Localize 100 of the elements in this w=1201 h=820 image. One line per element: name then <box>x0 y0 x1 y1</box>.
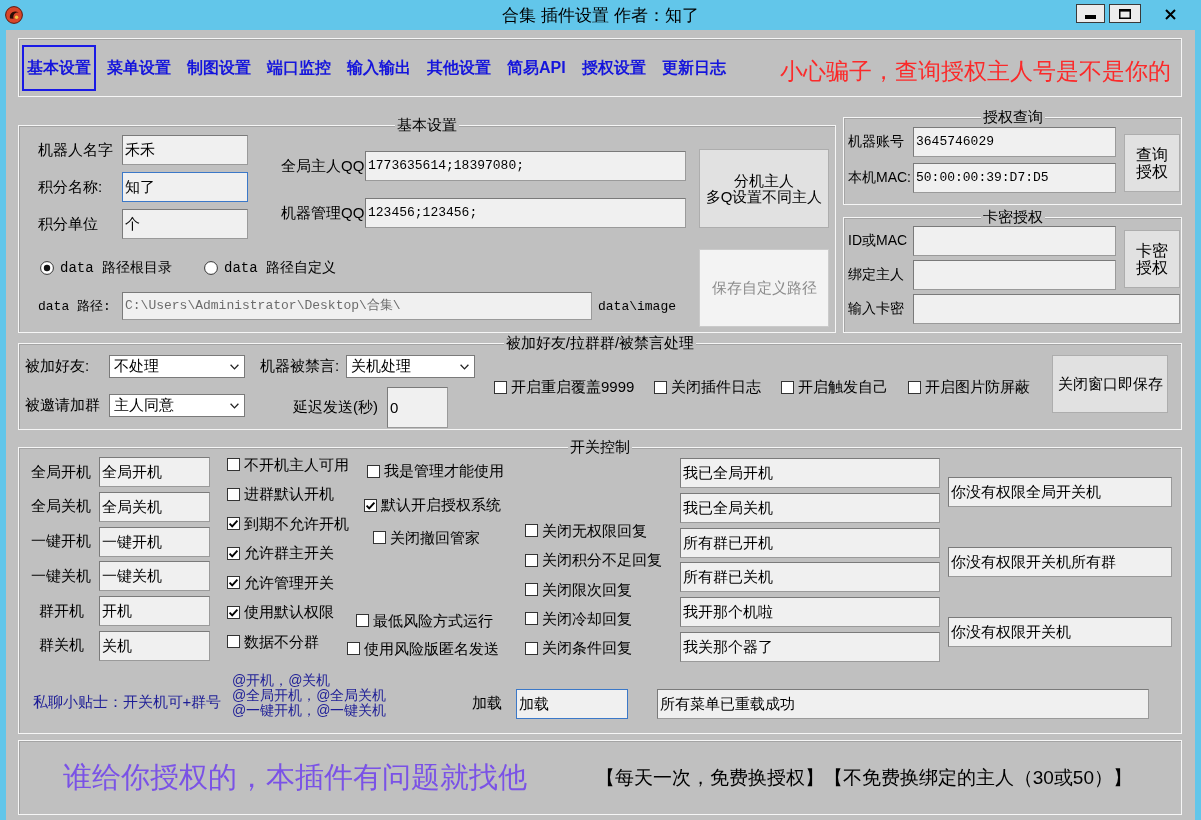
text-field[interactable]: 全局开机 <box>99 457 210 487</box>
field-label: 群关机 <box>37 636 85 656</box>
text-field[interactable]: 你没有权限开关机所有群 <box>948 547 1172 577</box>
field-label: 延迟发送(秒) <box>293 398 379 417</box>
window-title: 合集 插件设置 作者：知了 <box>502 4 699 27</box>
radio-button[interactable] <box>204 261 218 275</box>
text-field[interactable]: 加载 <box>516 689 628 719</box>
checkbox-label: 使用默认权限 <box>244 603 334 622</box>
text-field[interactable]: 你没有权限全局开关机 <box>948 477 1172 507</box>
text-field[interactable]: 3645746029 <box>913 127 1116 157</box>
group-title: 卡密授权 <box>980 208 1045 226</box>
text-field[interactable]: 0 <box>387 387 448 428</box>
checkbox[interactable] <box>227 487 240 501</box>
field-label: 加载 <box>471 694 503 713</box>
radio-label: data 路径自定义 <box>224 260 336 276</box>
checkbox[interactable] <box>227 458 240 472</box>
query-auth-button[interactable]: 查询授权 <box>1124 134 1180 192</box>
dropdown[interactable]: 不处理 <box>109 355 245 378</box>
tab[interactable]: 更新日志 <box>656 45 731 91</box>
field-label: 输入卡密 <box>848 300 905 318</box>
tab[interactable]: 其他设置 <box>422 45 496 91</box>
text-field[interactable] <box>913 294 1180 324</box>
example-line: @全局开机，@全局关机 <box>232 688 388 703</box>
field-label: 机器账号 <box>848 133 905 151</box>
checkbox-label: 默认开启授权系统 <box>381 496 501 514</box>
text-field[interactable]: 一键关机 <box>99 561 210 592</box>
maximize-button[interactable] <box>1109 4 1141 23</box>
checkbox[interactable] <box>908 380 922 394</box>
tab[interactable]: 菜单设置 <box>102 45 176 91</box>
path-suffix: data\image <box>598 298 676 314</box>
text-field[interactable]: 所有群已关机 <box>680 562 940 593</box>
checkbox[interactable] <box>227 605 240 619</box>
text-field[interactable]: 123456;123456; <box>365 198 686 228</box>
checkbox[interactable] <box>227 517 240 531</box>
text-field[interactable]: 我开那个机啦 <box>680 597 940 628</box>
tab[interactable]: 制图设置 <box>182 45 256 91</box>
text-field[interactable]: 所有菜单已重载成功 <box>657 689 1149 719</box>
checkbox[interactable] <box>525 612 538 626</box>
text-field[interactable]: 禾禾 <box>122 135 248 165</box>
text-field[interactable]: 关机 <box>99 631 210 661</box>
caret-icon <box>230 363 239 370</box>
text-field[interactable]: 我已全局开机 <box>680 458 940 488</box>
text-field[interactable]: 50:00:00:39:D7:D5 <box>913 163 1116 193</box>
checkbox[interactable] <box>525 583 538 596</box>
checkbox[interactable] <box>356 614 369 628</box>
tab[interactable]: 授权设置 <box>576 45 651 91</box>
text-field[interactable]: 知了 <box>122 172 248 202</box>
tab[interactable]: 简易API <box>502 45 571 91</box>
text-field[interactable] <box>913 226 1116 256</box>
tab[interactable]: 输入输出 <box>342 45 416 91</box>
dropdown[interactable]: 主人同意 <box>109 394 245 417</box>
text-field[interactable]: 全局关机 <box>99 491 210 522</box>
text-field[interactable]: 我关那个器了 <box>680 632 940 662</box>
field-label: 一键开机 <box>30 532 92 552</box>
tab[interactable]: 端口监控 <box>262 45 336 91</box>
checkbox-label: 最低风险方式运行 <box>373 611 493 630</box>
field-label: 一键关机 <box>30 566 92 586</box>
example-line: @一键开机，@一键关机 <box>232 703 388 718</box>
checkbox-label: 关闭积分不足回复 <box>542 551 662 570</box>
text-field[interactable]: 开机 <box>99 596 210 627</box>
warning-text: 小心骗子，查询授权主人号是不是你的 <box>780 58 1171 84</box>
checkbox[interactable] <box>654 380 668 394</box>
checkbox[interactable] <box>364 498 377 512</box>
text-field[interactable]: 一键开机 <box>99 526 210 557</box>
example-line: @开机，@关机 <box>232 673 332 688</box>
checkbox[interactable] <box>525 553 538 567</box>
checkbox[interactable] <box>227 635 240 649</box>
checkbox[interactable] <box>347 642 360 656</box>
checkbox-label: 不开机主人可用 <box>244 455 349 474</box>
caret-icon <box>460 363 469 370</box>
field-label: 全局主人QQ <box>281 156 365 176</box>
field-label: 积分名称: <box>38 177 104 197</box>
text-field[interactable]: 1773635614;18397080; <box>365 151 686 181</box>
minimize-button[interactable] <box>1076 4 1105 23</box>
tab[interactable]: 基本设置 <box>22 45 96 91</box>
checkbox-label: 关闭插件日志 <box>671 378 762 396</box>
dropdown[interactable]: 关机处理 <box>346 355 475 378</box>
radio-button[interactable] <box>40 261 54 275</box>
card-auth-button[interactable]: 卡密授权 <box>1124 230 1180 288</box>
checkbox[interactable] <box>367 464 380 478</box>
checkbox[interactable] <box>781 380 795 394</box>
checkbox[interactable] <box>227 576 240 590</box>
checkbox[interactable] <box>525 641 538 655</box>
field-label: 绑定主人 <box>848 266 905 284</box>
owner-settings-button[interactable]: 分机主人 多Q设置不同主人 <box>699 149 829 228</box>
checkbox[interactable] <box>227 546 240 560</box>
text-field[interactable]: 你没有权限开关机 <box>948 617 1172 647</box>
save-and-close-button[interactable]: 关闭窗口即保存 <box>1052 355 1168 413</box>
checkbox[interactable] <box>494 380 507 394</box>
text-field[interactable]: 个 <box>122 209 248 239</box>
text-field[interactable]: 所有群已开机 <box>680 527 940 558</box>
checkbox[interactable] <box>373 531 386 545</box>
field-label: 被加好友: <box>25 357 91 376</box>
field-label: data 路径: <box>38 298 112 315</box>
checkbox[interactable] <box>525 524 538 538</box>
field-label: ID或MAC <box>848 232 909 250</box>
tip-text: 私聊小贴士：开关机可+群号 <box>32 693 223 712</box>
checkbox-label: 到期不允许开机 <box>244 514 349 533</box>
text-field[interactable]: 我已全局关机 <box>680 492 940 523</box>
text-field[interactable] <box>913 260 1116 290</box>
